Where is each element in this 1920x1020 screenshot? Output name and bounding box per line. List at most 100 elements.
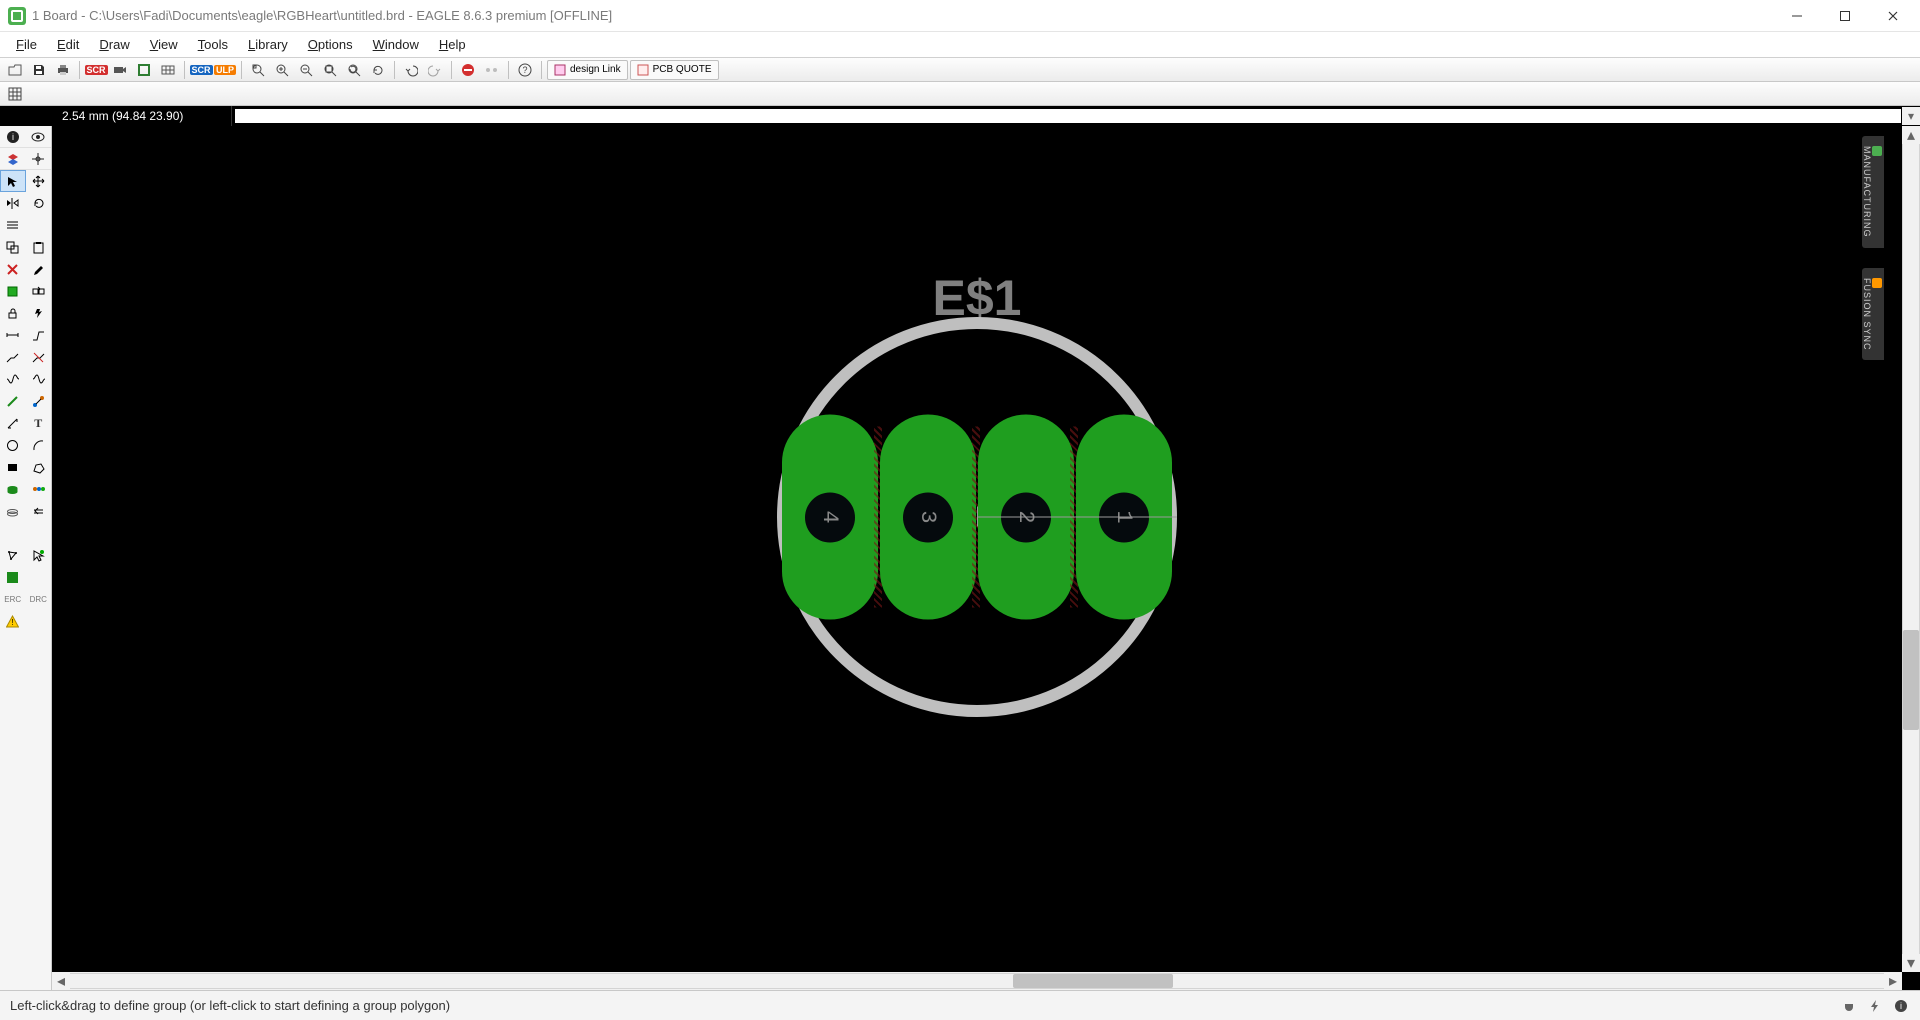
value-tool-icon[interactable] <box>26 500 52 522</box>
board-canvas-wrap: E$1 4 3 2 1 MANUFACTURING <box>52 126 1920 990</box>
menu-file[interactable]: File <box>8 35 45 54</box>
pad-3[interactable]: 3 <box>880 415 976 620</box>
mark-tool-icon[interactable] <box>26 148 52 169</box>
menu-options[interactable]: Options <box>300 35 361 54</box>
change-tool-icon[interactable] <box>26 258 52 280</box>
zoom-redraw-icon[interactable] <box>343 60 365 80</box>
schematic-icon[interactable] <box>157 60 179 80</box>
ratsnest-tool-icon[interactable] <box>0 544 26 566</box>
refresh-icon[interactable] <box>367 60 389 80</box>
origin-cross-icon <box>977 517 1177 518</box>
replace-tool-icon[interactable] <box>26 280 52 302</box>
route-tool-icon[interactable] <box>0 346 26 368</box>
net-tool-icon[interactable] <box>0 390 26 412</box>
scroll-right-icon[interactable]: ▸ <box>1884 972 1902 990</box>
undo-icon[interactable] <box>400 60 422 80</box>
command-input[interactable] <box>234 108 1902 124</box>
group-align-tool-icon[interactable] <box>0 214 26 236</box>
command-dropdown-icon[interactable]: ▾ <box>1902 107 1920 125</box>
open-icon[interactable] <box>4 60 26 80</box>
board-icon[interactable] <box>133 60 155 80</box>
menu-edit[interactable]: Edit <box>49 35 87 54</box>
rect-tool-icon[interactable] <box>0 456 26 478</box>
pcb-quote-button[interactable]: PCB QUOTE <box>630 60 719 80</box>
status-bar: Left-click&drag to define group (or left… <box>0 990 1920 1020</box>
status-bolt-icon[interactable] <box>1866 997 1884 1015</box>
scroll-up-icon[interactable]: ▴ <box>1902 126 1920 144</box>
maximize-button[interactable] <box>1822 2 1868 30</box>
paste-tool-icon[interactable] <box>26 236 52 258</box>
scr2-badge[interactable]: SCR <box>190 60 212 80</box>
menu-help[interactable]: Help <box>431 35 474 54</box>
add-tool-icon[interactable] <box>0 280 26 302</box>
minimize-button[interactable] <box>1774 2 1820 30</box>
move-tool-icon[interactable] <box>26 170 52 192</box>
text-tool-icon[interactable]: T <box>26 412 52 434</box>
smash-tool-icon[interactable] <box>26 302 52 324</box>
dimension-tool-icon[interactable] <box>0 412 26 434</box>
pad-4[interactable]: 4 <box>782 415 878 620</box>
menu-window[interactable]: Window <box>365 35 427 54</box>
help-icon[interactable]: ? <box>514 60 536 80</box>
lock-tool-icon[interactable] <box>0 302 26 324</box>
circle-tool-icon[interactable] <box>0 434 26 456</box>
stop-icon[interactable] <box>457 60 479 80</box>
menu-tools[interactable]: Tools <box>190 35 236 54</box>
via-tool-icon[interactable] <box>0 478 26 500</box>
save-icon[interactable] <box>28 60 50 80</box>
board-canvas[interactable]: E$1 4 3 2 1 MANUFACTURING <box>52 126 1902 972</box>
info-tool-icon[interactable]: i <box>0 126 26 147</box>
delete-tool-icon[interactable] <box>0 258 26 280</box>
grid-settings-icon[interactable] <box>4 84 26 104</box>
close-button[interactable] <box>1870 2 1916 30</box>
vertical-scrollbar[interactable]: ▴ ▾ <box>1902 126 1920 972</box>
warning-icon[interactable]: ! <box>0 610 26 632</box>
ripup-tool-icon[interactable] <box>26 346 52 368</box>
ulp-badge[interactable]: ULP <box>214 60 236 80</box>
fusion-sync-tab[interactable]: FUSION SYNC <box>1862 268 1884 361</box>
arc-tool-icon[interactable] <box>26 434 52 456</box>
eye-tool-icon[interactable] <box>26 126 52 147</box>
menu-view[interactable]: View <box>142 35 186 54</box>
go-icon[interactable] <box>481 60 503 80</box>
auto-tool-icon[interactable] <box>26 544 52 566</box>
zoom-out-icon[interactable] <box>295 60 317 80</box>
manufacturing-tab[interactable]: MANUFACTURING <box>1862 136 1884 248</box>
print-icon[interactable] <box>52 60 74 80</box>
component[interactable]: E$1 4 3 2 1 <box>777 317 1177 717</box>
bus-tool-icon[interactable] <box>26 390 52 412</box>
zoom-fit-icon[interactable] <box>319 60 341 80</box>
copy-tool-icon[interactable] <box>0 236 26 258</box>
status-info-icon[interactable]: i <box>1892 997 1910 1015</box>
horizontal-scrollbar[interactable]: ◂ ▸ <box>52 972 1902 990</box>
hscroll-thumb[interactable] <box>1013 974 1173 988</box>
attribute-tool-icon[interactable] <box>0 500 26 522</box>
mirror-tool-icon[interactable] <box>0 192 26 214</box>
dimension-line-tool-icon[interactable] <box>0 324 26 346</box>
signal-tool-icon[interactable] <box>26 368 52 390</box>
scroll-down-icon[interactable]: ▾ <box>1902 954 1920 972</box>
status-plug-icon[interactable] <box>1840 997 1858 1015</box>
select-tool-icon[interactable] <box>0 170 26 192</box>
scroll-left-icon[interactable]: ◂ <box>52 972 70 990</box>
redo-icon[interactable] <box>424 60 446 80</box>
scr-badge[interactable]: SCR <box>85 60 107 80</box>
drc-label-icon[interactable]: DRC <box>26 588 52 610</box>
optimize-tool-icon[interactable] <box>26 324 52 346</box>
rotate-tool-icon[interactable] <box>26 192 52 214</box>
menu-library[interactable]: Library <box>240 35 296 54</box>
wire-tool-icon[interactable] <box>0 368 26 390</box>
cam-icon[interactable] <box>109 60 131 80</box>
zoom-in-icon[interactable] <box>271 60 293 80</box>
blank-3 <box>26 610 52 632</box>
layer-tool-icon[interactable] <box>0 148 26 169</box>
zoom-select-icon[interactable] <box>247 60 269 80</box>
erc-tool-icon[interactable] <box>0 566 26 588</box>
vscroll-thumb[interactable] <box>1903 630 1919 730</box>
errors-label-icon[interactable]: ERC <box>0 588 26 610</box>
hole-tool-icon[interactable] <box>26 478 52 500</box>
polygon-tool-icon[interactable] <box>26 456 52 478</box>
menu-draw[interactable]: Draw <box>91 35 137 54</box>
design-link-button[interactable]: design Link <box>547 60 628 80</box>
window-title: 1 Board - C:\Users\Fadi\Documents\eagle\… <box>32 8 1774 23</box>
